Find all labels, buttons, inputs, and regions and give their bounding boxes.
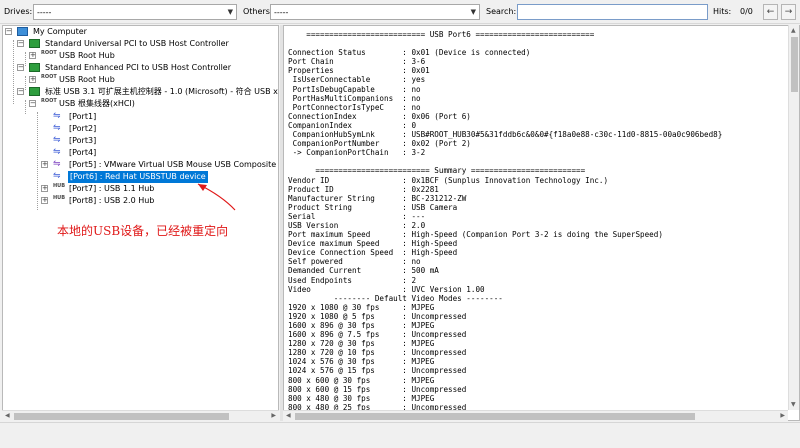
root-hub-icon: ROOT bbox=[41, 50, 57, 56]
scroll-thumb[interactable] bbox=[295, 413, 695, 420]
tree-node-label: My Computer bbox=[33, 27, 87, 36]
tree-node-label: [Port3] bbox=[69, 136, 97, 145]
expand-icon[interactable]: + bbox=[29, 76, 36, 83]
tree-node-label: [Port2] bbox=[69, 124, 97, 133]
drives-value: ----- bbox=[37, 8, 52, 17]
scroll-right-icon[interactable]: ▶ bbox=[271, 412, 276, 419]
usb-port-icon: ⇋ bbox=[53, 171, 61, 181]
scroll-left-icon[interactable]: ◀ bbox=[5, 412, 10, 419]
collapse-icon[interactable]: − bbox=[17, 64, 24, 71]
search-input[interactable] bbox=[517, 4, 708, 20]
tree-connector bbox=[25, 52, 26, 66]
expand-icon[interactable]: + bbox=[41, 185, 48, 192]
others-value: ----- bbox=[274, 8, 289, 17]
tree-node-label: [Port1] bbox=[69, 112, 97, 121]
root-hub-icon: ROOT bbox=[41, 74, 57, 80]
search-label: Search: bbox=[486, 7, 517, 16]
hits-label: Hits: bbox=[713, 7, 732, 16]
collapse-icon[interactable]: − bbox=[17, 88, 24, 95]
others-label: Others: bbox=[243, 7, 273, 16]
tree-node-label: USB Root Hub bbox=[59, 75, 115, 84]
usb-port-icon: ⇋ bbox=[53, 111, 61, 121]
tree-node-label: [Port5] : VMware Virtual USB Mouse USB C… bbox=[69, 160, 278, 169]
hits-count: 0/0 bbox=[740, 7, 753, 16]
drives-label: Drives: bbox=[4, 7, 33, 16]
chevron-down-icon: ▼ bbox=[470, 8, 476, 16]
usb-port-icon: ⇋ bbox=[53, 147, 61, 157]
status-bar bbox=[0, 422, 800, 448]
tree-node-label: [Port8] : USB 2.0 Hub bbox=[69, 196, 155, 205]
details-vertical-scrollbar[interactable]: ▲ ▼ bbox=[788, 25, 799, 410]
tree-node-label: [Port4] bbox=[69, 148, 97, 157]
tree-connector bbox=[37, 112, 38, 210]
hub-icon: HUB bbox=[53, 183, 66, 189]
scroll-down-icon[interactable]: ▼ bbox=[791, 401, 796, 408]
arrow-left-icon: ← bbox=[766, 7, 775, 17]
scroll-left-icon[interactable]: ◀ bbox=[286, 412, 291, 419]
usb-controller-icon bbox=[29, 87, 40, 96]
usb-port-icon: ⇋ bbox=[53, 123, 61, 133]
tree-connector bbox=[25, 100, 26, 114]
next-hit-button[interactable]: → bbox=[781, 4, 796, 20]
others-dropdown[interactable]: ----- ▼ bbox=[270, 4, 480, 20]
details-pane[interactable]: ========================== USB Port6 ===… bbox=[283, 25, 800, 421]
tree-node-label: USB 根集线器(xHCI) bbox=[59, 99, 135, 108]
tree-node-label: USB Root Hub bbox=[59, 51, 115, 60]
scroll-up-icon[interactable]: ▲ bbox=[791, 27, 796, 34]
arrow-right-icon: → bbox=[784, 7, 793, 17]
details-horizontal-scrollbar[interactable]: ◀ ▶ bbox=[283, 410, 788, 421]
usb-controller-icon bbox=[29, 63, 40, 72]
usb-device-icon: ⇋ bbox=[53, 159, 61, 169]
hub-icon: HUB bbox=[53, 195, 66, 201]
scroll-thumb[interactable] bbox=[791, 37, 798, 92]
tree-node-label: Standard Universal PCI to USB Host Contr… bbox=[45, 39, 229, 48]
tree-connector bbox=[13, 40, 14, 104]
collapse-icon[interactable]: − bbox=[29, 100, 36, 107]
computer-icon bbox=[17, 27, 28, 36]
usb-port-icon: ⇋ bbox=[53, 135, 61, 145]
tree-node-label: [Port6] : Red Hat USBSTUB device bbox=[68, 171, 208, 183]
collapse-icon[interactable]: − bbox=[17, 40, 24, 47]
tree-node-label: 标准 USB 3.1 可扩展主机控制器 - 1.0 (Microsoft) - … bbox=[45, 87, 279, 96]
expand-icon[interactable]: + bbox=[41, 161, 48, 168]
root-hub-icon: ROOT bbox=[41, 98, 57, 104]
tree-node-label: Standard Enhanced PCI to USB Host Contro… bbox=[45, 63, 232, 72]
tree-horizontal-scrollbar[interactable]: ◀ ▶ bbox=[2, 410, 279, 421]
prev-hit-button[interactable]: ← bbox=[763, 4, 778, 20]
port-details-text: ========================== USB Port6 ===… bbox=[288, 30, 723, 420]
usb-controller-icon bbox=[29, 39, 40, 48]
collapse-icon[interactable]: − bbox=[5, 28, 12, 35]
drives-dropdown[interactable]: ----- ▼ bbox=[33, 4, 237, 20]
scroll-thumb[interactable] bbox=[14, 413, 229, 420]
annotation-text: 本地的USB设备，已经被重定向 bbox=[57, 224, 229, 238]
tree-connector bbox=[25, 76, 26, 90]
expand-icon[interactable]: + bbox=[29, 52, 36, 59]
chevron-down-icon: ▼ bbox=[227, 8, 233, 16]
toolbar: Drives: ----- ▼ Others: ----- ▼ Search: … bbox=[0, 0, 800, 24]
expand-icon[interactable]: + bbox=[41, 197, 48, 204]
scroll-right-icon[interactable]: ▶ bbox=[780, 412, 785, 419]
tree-node-label: [Port7] : USB 1.1 Hub bbox=[69, 184, 155, 193]
